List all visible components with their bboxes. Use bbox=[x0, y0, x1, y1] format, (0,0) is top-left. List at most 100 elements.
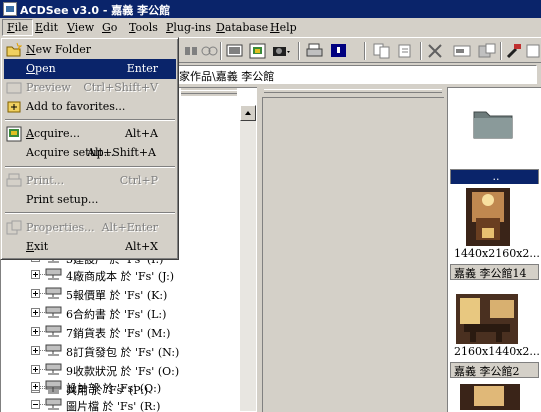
rename-icon[interactable] bbox=[453, 43, 471, 59]
network-drive-icon bbox=[45, 287, 62, 299]
browse-icon[interactable] bbox=[183, 43, 201, 59]
expand-icon[interactable] bbox=[31, 289, 40, 298]
folder-icon bbox=[473, 111, 513, 139]
menu-view-key: V bbox=[67, 21, 75, 34]
menu-item-properties[interactable]: Properties... Alt+Enter bbox=[4, 218, 176, 238]
menu-item-label: Print setup... bbox=[26, 193, 99, 206]
menu-item-key: A bbox=[26, 127, 34, 140]
menu-go[interactable]: Go bbox=[102, 21, 117, 34]
tree-item-label: 9收款狀況 於 'Fs' (O:) bbox=[66, 365, 180, 378]
menu-edit[interactable]: Edit bbox=[35, 21, 58, 34]
menu-item-key: N bbox=[26, 43, 36, 56]
properties-icon[interactable] bbox=[478, 43, 496, 59]
copy-icon[interactable] bbox=[373, 43, 391, 59]
toolbar-more-icon[interactable] bbox=[526, 43, 541, 59]
menu-item-preview[interactable]: Preview Ctrl+Shift+V bbox=[4, 78, 176, 98]
menu-database-key: D bbox=[216, 21, 225, 34]
window-title: ACDSee v3.0 - 嘉義 李公館 bbox=[20, 4, 171, 17]
network-drive-icon bbox=[45, 380, 62, 392]
menu-separator bbox=[5, 212, 175, 214]
menu-separator bbox=[5, 119, 175, 121]
menu-item-acquire-setup[interactable]: Acquire setup... Alt+Shift+A bbox=[4, 143, 176, 163]
menu-item-open[interactable]: Open Enter bbox=[4, 59, 176, 79]
file-list-panel[interactable]: .. 1440x2160x2... 嘉義 李公館14 2160x1440x2..… bbox=[447, 87, 541, 412]
title-bar: ACDSee v3.0 - 嘉義 李公館 bbox=[0, 0, 541, 18]
menu-help-key: H bbox=[270, 21, 280, 34]
preview-icon bbox=[6, 82, 22, 94]
slideshow-icon[interactable] bbox=[330, 43, 348, 59]
thumbnail-name: 嘉義 李公館14 bbox=[450, 264, 539, 280]
menu-help[interactable]: Help bbox=[270, 21, 297, 34]
panel-grip[interactable] bbox=[181, 90, 237, 94]
menu-item-shortcut: Alt+Shift+A bbox=[87, 146, 156, 159]
menu-tools-rest: ools bbox=[135, 21, 158, 34]
tree-item-label: 8訂貨發包 於 'Fs' (N:) bbox=[66, 346, 180, 359]
new-folder-icon bbox=[6, 42, 22, 57]
network-drive-icon bbox=[45, 363, 62, 375]
menu-item-key: O bbox=[26, 62, 36, 75]
view-icon[interactable] bbox=[200, 43, 218, 59]
file-menu-dropdown: New Folder Open Enter Preview Ctrl+Shift… bbox=[0, 37, 179, 260]
expand-icon[interactable] bbox=[31, 327, 40, 336]
address-path-field[interactable]: 家作品\嘉義 李公館 bbox=[178, 65, 537, 84]
thumbnail-name: .. bbox=[450, 169, 539, 185]
tree-item-label: 6合約書 於 'Fs' (L:) bbox=[66, 308, 167, 321]
expand-icon[interactable] bbox=[31, 270, 40, 279]
menu-bar: File Edit View Go Tools Plug-ins Databas… bbox=[0, 18, 541, 37]
tree-item-label: 7銷貨表 於 'Fs' (M:) bbox=[66, 327, 171, 340]
menu-item-print[interactable]: Print... Ctrl+P bbox=[4, 171, 176, 191]
tree-vertical-scrollbar[interactable] bbox=[240, 105, 256, 411]
menu-file-rest: ile bbox=[14, 21, 29, 34]
image-thumbnail bbox=[460, 384, 520, 410]
scroll-up-arrow-icon[interactable] bbox=[240, 105, 256, 121]
menu-item-shortcut: Alt+X bbox=[125, 240, 158, 253]
collapse-icon[interactable] bbox=[31, 400, 40, 409]
acquire-icon[interactable] bbox=[249, 43, 267, 59]
menu-file[interactable]: File bbox=[2, 19, 34, 36]
menu-item-exit[interactable]: Exit Alt+X bbox=[4, 237, 176, 257]
expand-icon[interactable] bbox=[31, 346, 40, 355]
fullscreen-icon[interactable] bbox=[226, 43, 244, 59]
favorites-icon bbox=[7, 101, 21, 113]
move-icon[interactable] bbox=[397, 43, 415, 59]
preview-panel-header bbox=[262, 87, 444, 95]
delete-icon[interactable] bbox=[426, 43, 444, 59]
toolbar-separator bbox=[500, 42, 502, 60]
toolbar-separator bbox=[364, 42, 366, 60]
menu-view[interactable]: View bbox=[67, 21, 94, 34]
menu-plugins-rest: lug-ins bbox=[173, 21, 212, 34]
thumbnail-item[interactable]: 2160x1440x2... 嘉義 李公館2 bbox=[450, 288, 539, 388]
tree-item-label: 5報價單 於 'Fs' (K:) bbox=[66, 289, 168, 302]
network-drive-icon bbox=[45, 325, 62, 337]
menu-item-label: pen bbox=[35, 62, 56, 75]
thumbnail-folder-up[interactable]: .. bbox=[450, 90, 539, 185]
toolbar-separator bbox=[420, 42, 422, 60]
tools-icon[interactable] bbox=[505, 43, 523, 59]
menu-plugins[interactable]: Plug-ins bbox=[166, 21, 211, 34]
menu-item-label: Preview bbox=[26, 81, 71, 94]
expand-icon[interactable] bbox=[31, 365, 40, 374]
expand-icon[interactable] bbox=[31, 382, 40, 391]
menu-item-label: Print... bbox=[26, 174, 65, 187]
menu-item-add-to-favorites[interactable]: Add to favorites... bbox=[4, 97, 176, 117]
preview-area[interactable] bbox=[262, 97, 444, 412]
acdsee-app-icon[interactable] bbox=[3, 2, 17, 16]
menu-item-acquire[interactable]: Acquire... Alt+A bbox=[4, 124, 176, 144]
thumbnail-item[interactable]: 1440x2160x2... 嘉義 李公館14 bbox=[450, 184, 539, 284]
menu-edit-key: E bbox=[35, 21, 44, 34]
toolbar-separator bbox=[220, 42, 222, 60]
camera-icon[interactable] bbox=[272, 43, 290, 59]
menu-item-shortcut: Ctrl+Shift+V bbox=[83, 81, 158, 94]
print-icon[interactable] bbox=[306, 43, 324, 59]
menu-database[interactable]: Database bbox=[216, 21, 268, 34]
thumbnail-caption: 1440x2160x2... bbox=[454, 247, 539, 260]
menu-tools[interactable]: Tools bbox=[129, 21, 158, 34]
panel-grip[interactable] bbox=[264, 89, 442, 93]
menu-item-new-folder[interactable]: New Folder bbox=[4, 40, 176, 60]
menu-file-key: F bbox=[7, 21, 15, 34]
menu-item-print-setup[interactable]: Print setup... bbox=[4, 190, 176, 210]
thumbnail-item[interactable] bbox=[450, 380, 539, 410]
network-drive-icon bbox=[45, 344, 62, 356]
properties-icon bbox=[6, 220, 22, 235]
expand-icon[interactable] bbox=[31, 308, 40, 317]
